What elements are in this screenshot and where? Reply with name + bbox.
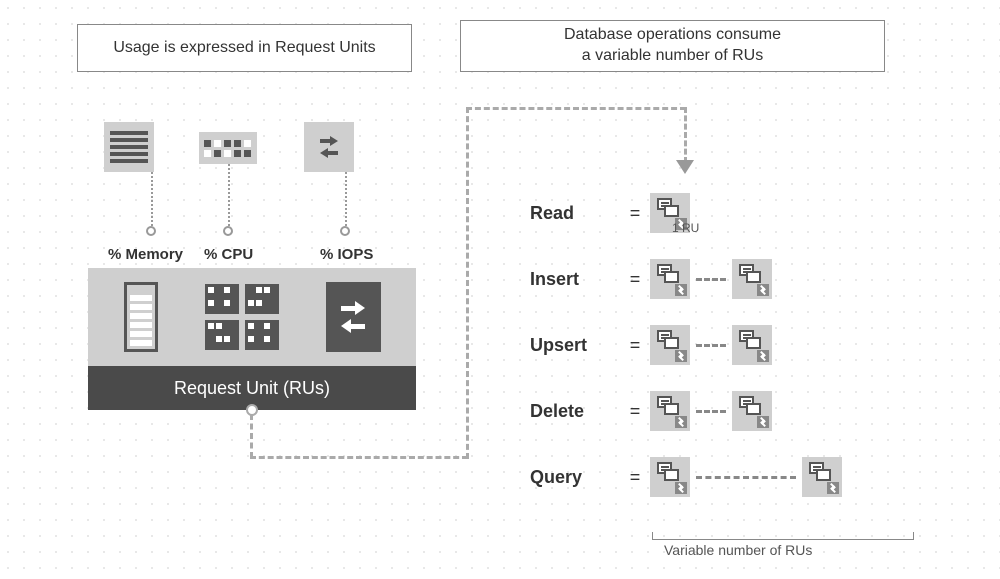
anchor-memory	[146, 226, 156, 236]
flow-path	[250, 456, 468, 459]
flow-arrowhead-icon	[676, 160, 694, 174]
variable-gap	[696, 278, 726, 281]
ru-unit-icon	[802, 457, 842, 497]
iops-icon	[304, 122, 354, 172]
anchor-iops	[340, 226, 350, 236]
equals-sign: =	[620, 335, 650, 356]
op-row-read: Read =	[530, 180, 842, 246]
header-operations: Database operations consume a variable n…	[460, 20, 885, 72]
variable-bracket	[652, 532, 914, 540]
equals-sign: =	[620, 269, 650, 290]
op-row-upsert: Upsert =	[530, 312, 842, 378]
ru-output-anchor	[246, 404, 258, 416]
op-row-delete: Delete =	[530, 378, 842, 444]
variable-gap-long	[696, 476, 796, 479]
equals-sign: =	[620, 203, 650, 224]
variable-gap	[696, 344, 726, 347]
memory-icon	[104, 122, 154, 172]
header-usage-text: Usage is expressed in Request Units	[113, 39, 375, 57]
ru-cost	[650, 259, 772, 299]
variable-gap	[696, 410, 726, 413]
label-memory: % Memory	[108, 246, 183, 263]
flow-path	[466, 107, 686, 110]
op-label: Delete	[530, 401, 620, 422]
equals-sign: =	[620, 401, 650, 422]
ru-cost	[650, 457, 842, 497]
op-label: Upsert	[530, 335, 620, 356]
op-row-insert: Insert =	[530, 246, 842, 312]
ru-resources	[88, 268, 416, 366]
anchor-cpu	[223, 226, 233, 236]
op-label: Query	[530, 467, 620, 488]
ru-iops-icon	[326, 282, 381, 352]
ru-unit-icon	[650, 391, 690, 431]
cpu-icon	[199, 132, 257, 164]
ru-unit-icon	[732, 259, 772, 299]
ru-cpu-icon	[205, 284, 279, 350]
op-label: Insert	[530, 269, 620, 290]
op-label: Read	[530, 203, 620, 224]
ru-memory-icon	[124, 282, 158, 352]
label-cpu: % CPU	[204, 246, 253, 263]
variable-label: Variable number of RUs	[664, 542, 812, 558]
label-iops: % IOPS	[320, 246, 373, 263]
connector-iops	[345, 172, 347, 230]
ru-unit-icon	[732, 325, 772, 365]
connector-memory	[151, 172, 153, 230]
connector-cpu	[228, 155, 230, 230]
ru-unit-icon	[650, 325, 690, 365]
ru-unit-icon	[732, 391, 772, 431]
flow-path	[250, 414, 253, 458]
flow-path	[466, 107, 469, 459]
equals-sign: =	[620, 467, 650, 488]
op-row-query: Query =	[530, 444, 842, 510]
request-unit-box: Request Unit (RUs)	[88, 268, 416, 410]
one-ru-label: 1 RU	[672, 221, 699, 235]
flow-path	[684, 107, 687, 163]
ru-cost	[650, 325, 772, 365]
header-operations-text: Database operations consume a variable n…	[564, 25, 781, 67]
header-usage: Usage is expressed in Request Units	[77, 24, 412, 72]
ru-cost	[650, 391, 772, 431]
ru-unit-icon	[650, 457, 690, 497]
ru-unit-icon	[650, 259, 690, 299]
